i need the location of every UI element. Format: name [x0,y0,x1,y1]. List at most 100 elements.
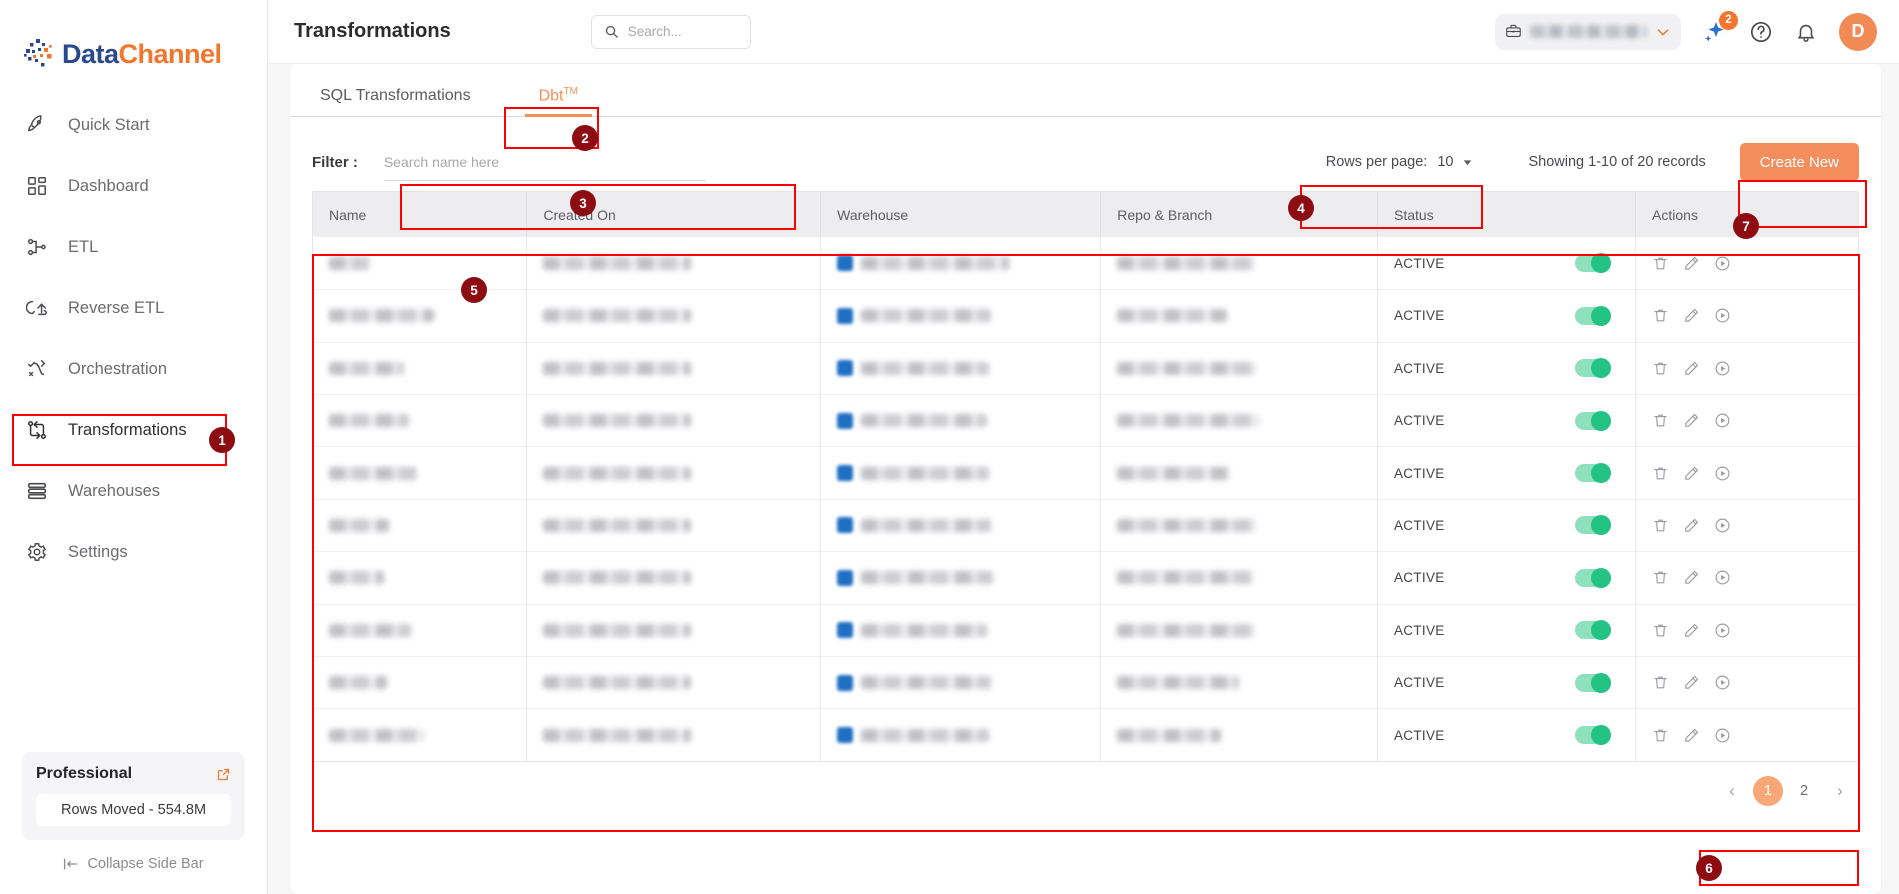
run-icon[interactable] [1714,727,1731,744]
cell-status: ACTIVE [1377,341,1637,395]
create-new-button[interactable]: Create New [1739,143,1859,182]
run-icon[interactable] [1714,517,1731,534]
user-avatar[interactable]: D [1839,12,1877,51]
table-toolbar: Filter : Rows per page: 10 [290,117,1881,191]
cell-actions [1635,551,1858,605]
toolbar-right: Rows per page: 10 Showing 1-10 of 20 rec… [1316,143,1859,182]
sidebar-item-orchestration[interactable]: Orchestration [0,346,267,392]
run-icon[interactable] [1714,622,1731,639]
status-toggle[interactable] [1575,410,1612,431]
edit-icon[interactable] [1683,412,1700,429]
pagination-next[interactable]: › [1825,776,1855,806]
delete-icon[interactable] [1652,674,1669,691]
status-label: ACTIVE [1394,517,1445,533]
cell-actions [1635,498,1858,552]
pagination-page-2[interactable]: 2 [1789,776,1819,806]
table-row[interactable]: ACTIVE [313,289,1858,343]
run-icon[interactable] [1714,674,1731,691]
table-header-row: Name Created On Warehouse Repo & Branch … [313,192,1858,238]
table-row[interactable]: ACTIVE [313,237,1858,290]
chevron-down-icon [1655,24,1671,40]
column-header-name[interactable]: Name [313,192,528,238]
run-icon[interactable] [1714,255,1731,272]
delete-icon[interactable] [1652,569,1669,586]
brand-logo[interactable]: DataChannel [0,0,267,86]
sidebar-item-dashboard[interactable]: Dashboard [0,163,267,209]
status-toggle[interactable] [1575,672,1612,693]
status-toggle[interactable] [1575,305,1612,326]
column-header-created-on[interactable]: Created On [526,192,822,238]
run-icon[interactable] [1714,412,1731,429]
table-row[interactable]: ACTIVE [313,603,1858,657]
delete-icon[interactable] [1652,255,1669,272]
sidebar-item-label: Warehouses [68,481,161,500]
sidebar-item-transformations[interactable]: Transformations [0,407,267,453]
sidebar-item-etl[interactable]: ETL [0,224,267,270]
cell-status: ACTIVE [1377,655,1637,709]
rows-per-page-control[interactable]: Rows per page: 10 [1316,148,1485,176]
cell-repo-branch [1100,393,1378,447]
edit-icon[interactable] [1683,307,1700,324]
run-icon[interactable] [1714,465,1731,482]
sidebar-nav: Quick Start Dashboard ETL Reverse ETL Or… [0,102,267,590]
column-header-repo-branch[interactable]: Repo & Branch [1100,192,1378,238]
delete-icon[interactable] [1652,307,1669,324]
collapse-sidebar-button[interactable]: Collapse Side Bar [22,856,245,872]
delete-icon[interactable] [1652,622,1669,639]
rows-per-page-select[interactable]: 10 [1437,154,1474,170]
sidebar-item-warehouses[interactable]: Warehouses [0,468,267,514]
table-row[interactable]: ACTIVE [313,446,1858,500]
status-toggle[interactable] [1575,358,1612,379]
status-toggle[interactable] [1575,567,1612,588]
sidebar-item-reverse-etl[interactable]: Reverse ETL [0,285,267,331]
status-toggle[interactable] [1575,620,1612,641]
sidebar-item-quick-start[interactable]: Quick Start [0,102,267,148]
status-label: ACTIVE [1394,308,1445,324]
table-row[interactable]: ACTIVE [313,708,1858,762]
column-header-warehouse[interactable]: Warehouse [820,192,1102,238]
name-value [329,571,384,585]
delete-icon[interactable] [1652,412,1669,429]
column-header-status[interactable]: Status [1377,192,1637,238]
ai-assistant-button[interactable]: 2 [1703,10,1738,44]
status-toggle[interactable] [1575,253,1612,274]
edit-icon[interactable] [1683,255,1700,272]
status-toggle[interactable] [1575,725,1612,746]
delete-icon[interactable] [1652,465,1669,482]
edit-icon[interactable] [1683,517,1700,534]
tab-superscript: TM [563,86,578,97]
edit-icon[interactable] [1683,727,1700,744]
sidebar-item-settings[interactable]: Settings [0,529,267,575]
global-search[interactable]: Search... [590,14,751,49]
run-icon[interactable] [1714,307,1731,324]
table-row[interactable]: ACTIVE [313,551,1858,605]
edit-icon[interactable] [1683,465,1700,482]
help-circle-icon[interactable] [1749,20,1773,44]
cell-warehouse [820,393,1102,447]
delete-icon[interactable] [1652,360,1669,377]
delete-icon[interactable] [1652,727,1669,744]
warehouse-type-icon [837,412,854,429]
edit-icon[interactable] [1683,622,1700,639]
external-link-icon[interactable] [216,767,231,782]
run-icon[interactable] [1714,569,1731,586]
status-toggle[interactable] [1575,515,1612,536]
edit-icon[interactable] [1683,569,1700,586]
tab-dbt[interactable]: DbtTM [524,86,593,118]
pagination-page-1[interactable]: 1 [1753,776,1783,807]
bell-icon[interactable] [1795,21,1817,43]
edit-icon[interactable] [1683,360,1700,377]
filter-name-input[interactable] [383,143,706,182]
delete-icon[interactable] [1652,517,1669,534]
status-toggle[interactable] [1575,463,1612,484]
organization-selector[interactable] [1495,13,1681,50]
edit-icon[interactable] [1683,674,1700,691]
transformations-card: SQL Transformations DbtTM Filter : Rows … [290,64,1881,894]
table-row[interactable]: ACTIVE [313,498,1858,552]
table-row[interactable]: ACTIVE [313,341,1858,395]
pagination-prev[interactable]: ‹ [1717,776,1747,806]
table-row[interactable]: ACTIVE [313,655,1858,709]
run-icon[interactable] [1714,360,1731,377]
tab-sql-transformations[interactable]: SQL Transformations [312,87,479,116]
table-row[interactable]: ACTIVE [313,393,1858,447]
